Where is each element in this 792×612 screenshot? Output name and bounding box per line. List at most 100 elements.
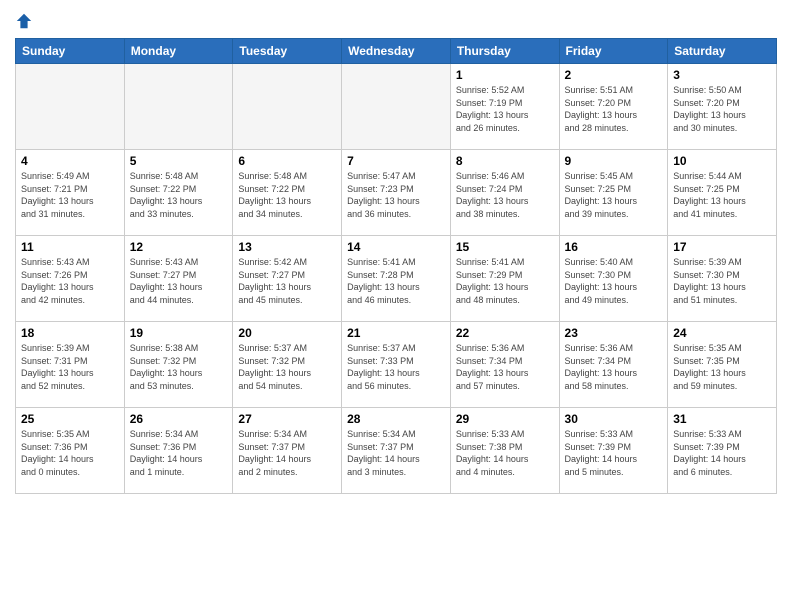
calendar-cell: 3 Sunrise: 5:50 AM Sunset: 7:20 PM Daylig… [668,64,777,150]
day-number: 15 [456,240,554,254]
day-number: 10 [673,154,771,168]
day-number: 26 [130,412,228,426]
day-info: Sunrise: 5:42 AM Sunset: 7:27 PM Dayligh… [238,256,336,306]
day-number: 3 [673,68,771,82]
calendar-cell: 23 Sunrise: 5:36 AM Sunset: 7:34 PM Dayli… [559,322,668,408]
day-number: 27 [238,412,336,426]
day-info: Sunrise: 5:33 AM Sunset: 7:39 PM Dayligh… [673,428,771,478]
day-number: 22 [456,326,554,340]
calendar-cell: 25Sunrise: 5:35 AM Sunset: 7:36 PM Dayli… [16,408,125,494]
day-number: 7 [347,154,445,168]
day-number: 6 [238,154,336,168]
day-info: Sunrise: 5:35 AM Sunset: 7:36 PM Dayligh… [21,428,119,478]
day-info: Sunrise: 5:34 AM Sunset: 7:37 PM Dayligh… [238,428,336,478]
day-number: 23 [565,326,663,340]
calendar-cell: 2Sunrise: 5:51 AM Sunset: 7:20 PM Daylig… [559,64,668,150]
day-info: Sunrise: 5:34 AM Sunset: 7:36 PM Dayligh… [130,428,228,478]
calendar-cell: 7 Sunrise: 5:47 AM Sunset: 7:23 PM Daylig… [342,150,451,236]
calendar-cell [16,64,125,150]
day-info: Sunrise: 5:37 AM Sunset: 7:32 PM Dayligh… [238,342,336,392]
day-info: Sunrise: 5:33 AM Sunset: 7:38 PM Dayligh… [456,428,554,478]
logo-icon [15,12,33,30]
calendar-cell: 10 Sunrise: 5:44 AM Sunset: 7:25 PM Dayli… [668,150,777,236]
calendar-cell: 29 Sunrise: 5:33 AM Sunset: 7:38 PM Dayli… [450,408,559,494]
day-info: Sunrise: 5:35 AM Sunset: 7:35 PM Dayligh… [673,342,771,392]
weekday-header-row: SundayMondayTuesdayWednesdayThursdayFrid… [16,39,777,64]
day-info: Sunrise: 5:46 AM Sunset: 7:24 PM Dayligh… [456,170,554,220]
day-number: 21 [347,326,445,340]
week-row-1: 4Sunrise: 5:49 AM Sunset: 7:21 PM Daylig… [16,150,777,236]
day-info: Sunrise: 5:41 AM Sunset: 7:28 PM Dayligh… [347,256,445,306]
header [15,10,777,30]
day-info: Sunrise: 5:37 AM Sunset: 7:33 PM Dayligh… [347,342,445,392]
day-info: Sunrise: 5:38 AM Sunset: 7:32 PM Dayligh… [130,342,228,392]
calendar-cell: 15 Sunrise: 5:41 AM Sunset: 7:29 PM Dayli… [450,236,559,322]
calendar-cell: 11 Sunrise: 5:43 AM Sunset: 7:26 PM Dayli… [16,236,125,322]
calendar-cell: 19 Sunrise: 5:38 AM Sunset: 7:32 PM Dayli… [124,322,233,408]
day-number: 4 [21,154,119,168]
week-row-2: 11 Sunrise: 5:43 AM Sunset: 7:26 PM Dayli… [16,236,777,322]
day-number: 28 [347,412,445,426]
day-number: 14 [347,240,445,254]
day-info: Sunrise: 5:39 AM Sunset: 7:30 PM Dayligh… [673,256,771,306]
calendar-cell: 6 Sunrise: 5:48 AM Sunset: 7:22 PM Daylig… [233,150,342,236]
day-number: 29 [456,412,554,426]
day-number: 24 [673,326,771,340]
calendar-cell: 4Sunrise: 5:49 AM Sunset: 7:21 PM Daylig… [16,150,125,236]
weekday-header-friday: Friday [559,39,668,64]
day-info: Sunrise: 5:45 AM Sunset: 7:25 PM Dayligh… [565,170,663,220]
calendar-table: SundayMondayTuesdayWednesdayThursdayFrid… [15,38,777,494]
weekday-header-tuesday: Tuesday [233,39,342,64]
day-info: Sunrise: 5:47 AM Sunset: 7:23 PM Dayligh… [347,170,445,220]
week-row-0: 1 Sunrise: 5:52 AM Sunset: 7:19 PM Daylig… [16,64,777,150]
day-number: 19 [130,326,228,340]
day-info: Sunrise: 5:36 AM Sunset: 7:34 PM Dayligh… [565,342,663,392]
day-number: 13 [238,240,336,254]
calendar-cell: 13 Sunrise: 5:42 AM Sunset: 7:27 PM Dayli… [233,236,342,322]
page: SundayMondayTuesdayWednesdayThursdayFrid… [0,0,792,612]
calendar-cell [233,64,342,150]
day-info: Sunrise: 5:43 AM Sunset: 7:26 PM Dayligh… [21,256,119,306]
calendar-cell: 8 Sunrise: 5:46 AM Sunset: 7:24 PM Daylig… [450,150,559,236]
day-info: Sunrise: 5:41 AM Sunset: 7:29 PM Dayligh… [456,256,554,306]
day-number: 11 [21,240,119,254]
day-info: Sunrise: 5:44 AM Sunset: 7:25 PM Dayligh… [673,170,771,220]
day-info: Sunrise: 5:52 AM Sunset: 7:19 PM Dayligh… [456,84,554,134]
day-number: 1 [456,68,554,82]
calendar-cell: 9Sunrise: 5:45 AM Sunset: 7:25 PM Daylig… [559,150,668,236]
day-info: Sunrise: 5:48 AM Sunset: 7:22 PM Dayligh… [130,170,228,220]
week-row-3: 18Sunrise: 5:39 AM Sunset: 7:31 PM Dayli… [16,322,777,408]
calendar-cell: 20 Sunrise: 5:37 AM Sunset: 7:32 PM Dayli… [233,322,342,408]
calendar-cell: 16 Sunrise: 5:40 AM Sunset: 7:30 PM Dayli… [559,236,668,322]
day-number: 2 [565,68,663,82]
day-number: 8 [456,154,554,168]
day-number: 20 [238,326,336,340]
day-info: Sunrise: 5:40 AM Sunset: 7:30 PM Dayligh… [565,256,663,306]
day-number: 12 [130,240,228,254]
day-number: 30 [565,412,663,426]
day-info: Sunrise: 5:39 AM Sunset: 7:31 PM Dayligh… [21,342,119,392]
weekday-header-sunday: Sunday [16,39,125,64]
calendar-cell: 1 Sunrise: 5:52 AM Sunset: 7:19 PM Daylig… [450,64,559,150]
weekday-header-thursday: Thursday [450,39,559,64]
calendar-cell [342,64,451,150]
day-info: Sunrise: 5:50 AM Sunset: 7:20 PM Dayligh… [673,84,771,134]
day-info: Sunrise: 5:48 AM Sunset: 7:22 PM Dayligh… [238,170,336,220]
day-info: Sunrise: 5:33 AM Sunset: 7:39 PM Dayligh… [565,428,663,478]
calendar-cell: 24 Sunrise: 5:35 AM Sunset: 7:35 PM Dayli… [668,322,777,408]
day-number: 17 [673,240,771,254]
day-number: 16 [565,240,663,254]
weekday-header-wednesday: Wednesday [342,39,451,64]
calendar-cell: 21 Sunrise: 5:37 AM Sunset: 7:33 PM Dayli… [342,322,451,408]
day-info: Sunrise: 5:34 AM Sunset: 7:37 PM Dayligh… [347,428,445,478]
calendar-cell: 30 Sunrise: 5:33 AM Sunset: 7:39 PM Dayli… [559,408,668,494]
day-info: Sunrise: 5:43 AM Sunset: 7:27 PM Dayligh… [130,256,228,306]
calendar-cell: 31 Sunrise: 5:33 AM Sunset: 7:39 PM Dayli… [668,408,777,494]
day-number: 31 [673,412,771,426]
calendar-cell [124,64,233,150]
calendar-cell: 26 Sunrise: 5:34 AM Sunset: 7:36 PM Dayli… [124,408,233,494]
day-info: Sunrise: 5:36 AM Sunset: 7:34 PM Dayligh… [456,342,554,392]
calendar-cell: 12 Sunrise: 5:43 AM Sunset: 7:27 PM Dayli… [124,236,233,322]
calendar-cell: 17 Sunrise: 5:39 AM Sunset: 7:30 PM Dayli… [668,236,777,322]
calendar-cell: 28 Sunrise: 5:34 AM Sunset: 7:37 PM Dayli… [342,408,451,494]
